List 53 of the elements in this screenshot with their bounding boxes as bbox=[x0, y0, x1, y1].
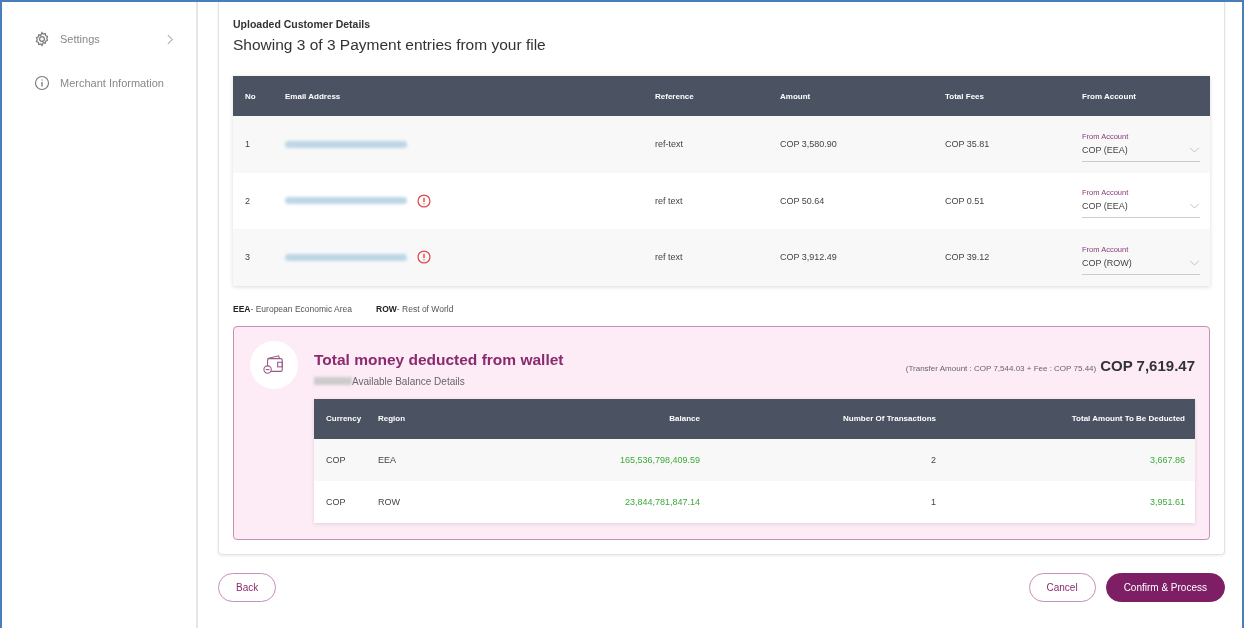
table-cell-text: EEA bbox=[378, 454, 397, 465]
column-header: Balance bbox=[668, 414, 700, 423]
table-cell-text: COP 35.81 bbox=[945, 139, 991, 150]
table-cell-text: 1 bbox=[245, 139, 251, 150]
column-header: Reference bbox=[655, 91, 695, 101]
settings-icon bbox=[34, 31, 50, 47]
table-cell-text: 2 bbox=[245, 195, 251, 206]
column-header: Region bbox=[378, 414, 407, 423]
table-cell-text: 3 bbox=[245, 252, 251, 263]
total-amount: COP 7,619.47 bbox=[1100, 356, 1195, 374]
table-cell-text: 2 bbox=[930, 454, 936, 465]
table-cell-text: ref text bbox=[655, 195, 684, 206]
table-cell-text: 3,667.86 bbox=[1148, 454, 1185, 465]
table-cell-text: COP 50.64 bbox=[780, 195, 826, 206]
table-cell-text: COP bbox=[326, 496, 347, 507]
table-cell-text: COP 3,912.49 bbox=[780, 252, 838, 263]
confirm-button[interactable]: Confirm & Process bbox=[1105, 572, 1225, 602]
legend-text: EEA- European Economic Area bbox=[233, 303, 353, 314]
column-header: No bbox=[245, 91, 257, 101]
table-cell-text: ROW bbox=[378, 496, 401, 507]
table-cell-text: 1 bbox=[930, 496, 936, 507]
chevron-down-icon bbox=[1189, 259, 1200, 266]
table-cell-text: COP bbox=[326, 454, 347, 465]
sidebar-item[interactable]: Settings bbox=[2, 28, 196, 50]
back-button[interactable]: Back bbox=[218, 572, 277, 602]
column-header: Currency bbox=[326, 414, 363, 423]
cancel-button[interactable]: Cancel bbox=[1028, 572, 1096, 602]
table-cell-text: 3,951.61 bbox=[1148, 496, 1185, 507]
column-header: Number Of Transactions bbox=[842, 414, 936, 423]
table-cell-text: 23,844,781,847.14 bbox=[623, 496, 700, 507]
table-cell-text: COP 0.51 bbox=[945, 195, 986, 206]
column-header: Amount bbox=[780, 91, 812, 101]
wallet-icon bbox=[262, 353, 286, 376]
info-icon bbox=[34, 75, 50, 91]
redacted-text bbox=[314, 377, 352, 385]
chevron-down-icon bbox=[1189, 146, 1200, 153]
table-cell-text: COP 3,580.90 bbox=[780, 139, 838, 150]
section-heading: Showing 3 of 3 Payment entries from your file bbox=[233, 36, 547, 54]
table-cell-text: 165,536,798,409.59 bbox=[618, 454, 700, 465]
summary-title: Total money deducted from wallet bbox=[314, 350, 565, 369]
fee-breakdown: (Transfer Amount : COP 7,544.03 + Fee : COP 75.44) bbox=[905, 363, 1097, 373]
column-header: Total Amount To Be Deducted bbox=[1070, 414, 1185, 423]
column-header: From Account bbox=[1082, 91, 1137, 101]
table-cell-text: ref text bbox=[655, 252, 684, 263]
table-cell-text: ref-text bbox=[655, 139, 684, 150]
sidebar-item[interactable]: Merchant Information bbox=[2, 72, 196, 94]
chevron-down-icon bbox=[1189, 203, 1200, 210]
column-header: Email Address bbox=[285, 91, 342, 101]
section-caption: Uploaded Customer Details bbox=[233, 18, 372, 30]
legend-text: ROW- Rest of World bbox=[376, 303, 454, 314]
summary-subtitle: Available Balance Details bbox=[352, 375, 465, 387]
column-header: Total Fees bbox=[945, 91, 985, 101]
table-cell-text: COP 39.12 bbox=[945, 252, 991, 263]
